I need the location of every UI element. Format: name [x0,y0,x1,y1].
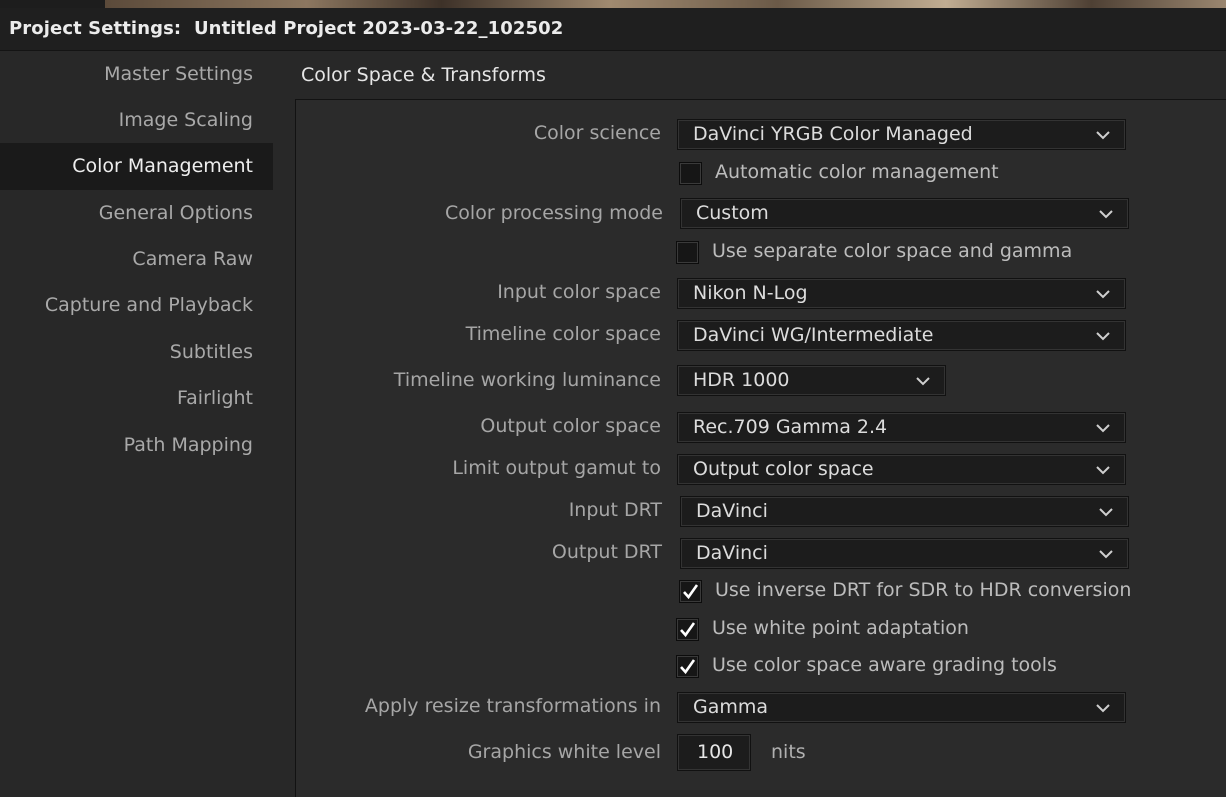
resize-transform-value: Gamma [693,696,769,718]
sidebar-item-fairlight[interactable]: Fairlight [0,375,273,422]
output-drt-dropdown[interactable]: DaVinci [680,538,1129,569]
chevron-down-icon [1096,131,1110,140]
chevron-down-icon [1096,466,1110,475]
output-color-space-dropdown[interactable]: Rec.709 Gamma 2.4 [677,412,1126,443]
input-drt-label: Input DRT [568,499,662,521]
space-aware-grading-label: Use color space aware grading tools [712,654,1057,676]
graphics-white-level-label: Graphics white level [467,741,661,763]
auto-color-management-checkbox[interactable] [679,162,702,185]
separate-space-gamma-row: Use separate color space and gamma [676,240,1096,266]
color-processing-mode-value: Custom [696,202,769,224]
inverse-drt-label: Use inverse DRT for SDR to HDR conversio… [715,579,1132,601]
resize-transform-label: Apply resize transformations in [364,695,661,717]
limit-output-gamut-dropdown[interactable]: Output color space [677,454,1126,485]
chevron-down-icon [1096,704,1110,713]
limit-output-gamut-label: Limit output gamut to [452,457,661,479]
section-title: Color Space & Transforms [301,64,546,86]
inverse-drt-checkbox[interactable] [679,580,702,603]
checkmark-icon [680,659,696,675]
sidebar-item-path-mapping[interactable]: Path Mapping [0,422,273,469]
chevron-down-icon [1096,290,1110,299]
color-processing-mode-dropdown[interactable]: Custom [680,198,1129,229]
color-science-value: DaVinci YRGB Color Managed [693,123,973,145]
window-title: Project Settings: Untitled Project 2023-… [9,18,564,39]
color-processing-mode-label: Color processing mode [445,202,663,224]
sidebar-item-subtitles[interactable]: Subtitles [0,329,273,376]
white-point-adaptation-row: Use white point adaptation [676,617,996,643]
checkmark-icon [683,584,699,600]
inverse-drt-row: Use inverse DRT for SDR to HDR conversio… [679,579,1139,605]
background-image [105,0,1226,8]
auto-color-management-label: Automatic color management [715,161,999,183]
sidebar-item-image-scaling[interactable]: Image Scaling [0,97,273,144]
white-point-adaptation-checkbox[interactable] [676,618,699,641]
output-color-space-value: Rec.709 Gamma 2.4 [693,416,888,438]
input-color-space-value: Nikon N-Log [693,282,808,304]
space-aware-grading-row: Use color space aware grading tools [676,654,1076,680]
sidebar-item-general-options[interactable]: General Options [0,190,273,237]
timeline-working-luminance-dropdown[interactable]: HDR 1000 [677,365,946,396]
chevron-down-icon [916,377,930,386]
checkmark-icon [680,622,696,638]
timeline-color-space-label: Timeline color space [465,323,661,345]
chevron-down-icon [1096,424,1110,433]
sidebar-item-color-management[interactable]: Color Management [0,143,273,190]
graphics-white-level-input[interactable]: 100 [677,734,751,771]
sidebar-item-master-settings[interactable]: Master Settings [0,51,273,98]
timeline-color-space-dropdown[interactable]: DaVinci WG/Intermediate [677,320,1126,351]
graphics-white-level-unit: nits [771,741,806,763]
resize-transform-dropdown[interactable]: Gamma [677,692,1126,723]
input-color-space-label: Input color space [497,281,661,303]
chevron-down-icon [1099,550,1113,559]
space-aware-grading-checkbox[interactable] [676,655,699,678]
input-drt-dropdown[interactable]: DaVinci [680,496,1129,527]
timeline-working-luminance-value: HDR 1000 [693,369,790,391]
output-drt-label: Output DRT [551,541,662,563]
separate-space-gamma-checkbox[interactable] [676,241,699,264]
white-point-adaptation-label: Use white point adaptation [712,617,969,639]
timeline-working-luminance-label: Timeline working luminance [393,369,661,391]
output-color-space-label: Output color space [480,415,661,437]
color-science-dropdown[interactable]: DaVinci YRGB Color Managed [677,119,1126,150]
timeline-color-space-value: DaVinci WG/Intermediate [693,324,934,346]
color-science-label: Color science [533,122,661,144]
sidebar-item-capture-playback[interactable]: Capture and Playback [0,282,273,329]
chevron-down-icon [1096,332,1110,341]
separate-space-gamma-label: Use separate color space and gamma [712,240,1073,262]
input-drt-value: DaVinci [696,500,768,522]
limit-output-gamut-value: Output color space [693,458,874,480]
background-strip [0,0,1226,8]
output-drt-value: DaVinci [696,542,768,564]
settings-sidebar: Master Settings Image Scaling Color Mana… [0,51,273,797]
chevron-down-icon [1099,508,1113,517]
sidebar-item-camera-raw[interactable]: Camera Raw [0,236,273,283]
auto-color-management-row: Automatic color management [679,161,1079,187]
chevron-down-icon [1099,210,1113,219]
input-color-space-dropdown[interactable]: Nikon N-Log [677,278,1126,309]
title-bar: Project Settings: Untitled Project 2023-… [0,8,1226,51]
